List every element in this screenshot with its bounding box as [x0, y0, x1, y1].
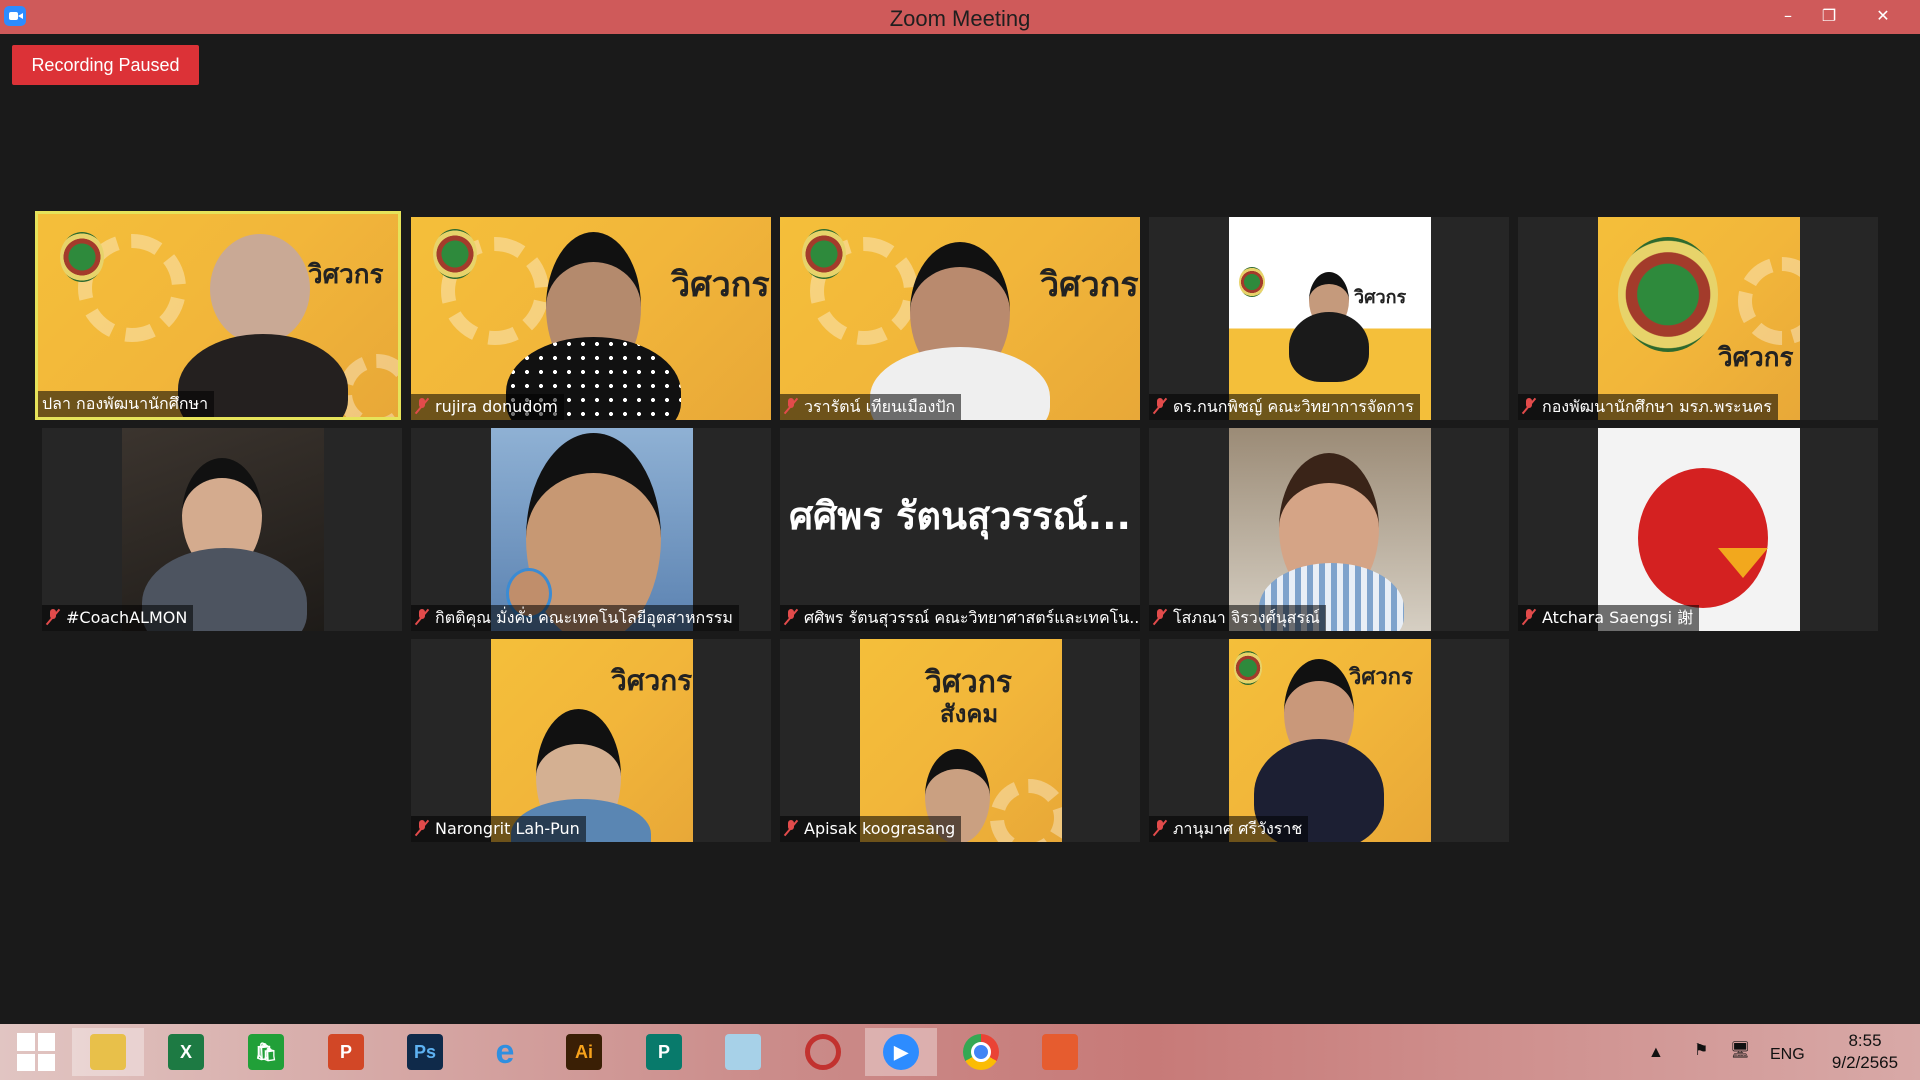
zoom-taskbar-button[interactable]: ▶: [865, 1028, 937, 1076]
participant-name: rujira donudom: [411, 394, 564, 420]
participant-name: วรารัตน์ เทียนเมืองปัก: [780, 394, 962, 420]
participant-tile[interactable]: วิศวกร ปลา กองพัฒนานักศึกษา: [35, 211, 401, 420]
participant-tile[interactable]: วิศวกร ดร.กนกพิชญ์ คณะวิทยาการจัดการ: [1149, 217, 1509, 420]
photoscape-icon: [805, 1034, 841, 1070]
photoshop-button[interactable]: Ps: [389, 1028, 461, 1076]
participant-tile[interactable]: วิศวกร วรารัตน์ เทียนเมืองปัก: [780, 217, 1140, 420]
illustrator-icon: Ai: [566, 1034, 602, 1070]
windows-start-button[interactable]: [0, 1028, 72, 1076]
participant-video: [1598, 428, 1800, 631]
excel-icon: X: [168, 1034, 204, 1070]
close-button[interactable]: ✕: [1860, 0, 1906, 34]
notepad-icon: [725, 1034, 761, 1070]
mic-muted-icon: [46, 609, 60, 625]
flag-icon[interactable]: ⚑: [1694, 1040, 1708, 1060]
network-icon[interactable]: 🖥: [1730, 1040, 1750, 1060]
participant-name: โสภณา จิรวงศ์นุสรณ์: [1149, 605, 1326, 631]
restore-button[interactable]: ❐: [1806, 0, 1852, 34]
participant-avatar-name: ศศิพร รัตนสุวรรณ์...: [789, 494, 1131, 538]
participant-name: ภานุมาศ ศรีวังราช: [1149, 816, 1309, 842]
illustrator-button[interactable]: Ai: [548, 1028, 620, 1076]
participant-name: กองพัฒนานักศึกษา มรภ.พระนคร: [1518, 394, 1778, 420]
mic-muted-icon: [415, 609, 429, 625]
taskbar-clock[interactable]: 8:55 9/2/2565: [1810, 1030, 1920, 1074]
recording-paused-badge[interactable]: Recording Paused: [12, 45, 199, 85]
participant-video: วิศวกร: [1229, 217, 1431, 420]
language-indicator[interactable]: ENG: [1770, 1046, 1805, 1064]
title-bar: Zoom Meeting – ❐ ✕: [0, 0, 1920, 34]
internet-explorer-icon: e: [495, 1032, 515, 1071]
chrome-icon: [963, 1034, 999, 1070]
tray-arrow-icon[interactable]: ▲: [1648, 1044, 1664, 1062]
participant-video: วิศวกร: [1598, 217, 1800, 420]
minimize-button[interactable]: –: [1765, 0, 1811, 34]
participant-tile[interactable]: Atchara Saengsi 謝: [1518, 428, 1878, 631]
internet-explorer-button[interactable]: e: [469, 1028, 541, 1076]
mic-muted-icon: [1522, 398, 1536, 414]
participant-tile[interactable]: #CoachALMON: [42, 428, 402, 631]
participant-video: [1229, 428, 1431, 631]
taskbar: X 🛍 P Ps e Ai P ▶: [0, 1024, 1920, 1080]
mic-muted-icon: [1153, 820, 1167, 836]
participant-video: [491, 428, 693, 631]
participant-name: ปลา กองพัฒนานักศึกษา: [38, 391, 215, 417]
participant-name: กิตติคุณ มั่งคั่ง คณะเทคโนโลยีอุตสาหกรรม: [411, 605, 739, 631]
participant-video: วิศวกร: [1229, 639, 1431, 842]
participant-tile[interactable]: วิศวกร rujira donudom: [411, 217, 771, 420]
windows-logo-icon: [17, 1033, 55, 1071]
notepad-button[interactable]: [707, 1028, 779, 1076]
participant-video: วิศวกร: [38, 214, 398, 417]
clock-time: 8:55: [1848, 1031, 1882, 1050]
participant-tile[interactable]: วิศวกร กองพัฒนานักศึกษา มรภ.พระนคร: [1518, 217, 1878, 420]
mic-muted-icon: [1153, 609, 1167, 625]
window-title: Zoom Meeting: [889, 6, 1031, 31]
publisher-icon: P: [646, 1034, 682, 1070]
participant-tile[interactable]: โสภณา จิรวงศ์นุสรณ์: [1149, 428, 1509, 631]
participant-name: Narongrit Lah-Pun: [411, 816, 586, 842]
mic-muted-icon: [1522, 609, 1536, 625]
mic-muted-icon: [784, 609, 798, 625]
participant-tile[interactable]: วิศวกร ภานุมาศ ศรีวังราช: [1149, 639, 1509, 842]
participant-video: วิศวกร: [411, 217, 771, 420]
participant-tile[interactable]: กิตติคุณ มั่งคั่ง คณะเทคโนโลยีอุตสาหกรรม: [411, 428, 771, 631]
mic-muted-icon: [415, 398, 429, 414]
participant-video: วิศวกร สังคม: [860, 639, 1062, 842]
powerpoint-icon: P: [328, 1034, 364, 1070]
publisher-button[interactable]: P: [628, 1028, 700, 1076]
mic-muted-icon: [784, 398, 798, 414]
mic-muted-icon: [1153, 398, 1167, 414]
angry-bird-avatar: [1638, 468, 1768, 608]
office-button[interactable]: [1024, 1028, 1096, 1076]
participant-video: วิศวกร: [780, 217, 1140, 420]
powerpoint-button[interactable]: P: [310, 1028, 382, 1076]
photoshop-icon: Ps: [407, 1034, 443, 1070]
participant-name: #CoachALMON: [42, 605, 194, 631]
mic-muted-icon: [415, 820, 429, 836]
excel-button[interactable]: X: [150, 1028, 222, 1076]
store-button[interactable]: 🛍: [230, 1028, 302, 1076]
folder-icon: [90, 1034, 126, 1070]
participant-name: ศศิพร รัตนสุวรรณ์ คณะวิทยาศาสตร์และเทคโน…: [780, 605, 1140, 631]
participant-name: Atchara Saengsi 謝: [1518, 605, 1700, 631]
zoom-icon: ▶: [883, 1034, 919, 1070]
participant-video: [122, 428, 324, 631]
participant-name: ดร.กนกพิชญ์ คณะวิทยาการจัดการ: [1149, 394, 1420, 420]
office-icon: [1042, 1034, 1078, 1070]
participant-tile[interactable]: วิศวกร สังคม Apisak koograsang: [780, 639, 1140, 842]
mic-muted-icon: [784, 820, 798, 836]
store-icon: 🛍: [248, 1034, 284, 1070]
clock-date: 9/2/2565: [1831, 1053, 1899, 1072]
participant-name: Apisak koograsang: [780, 816, 962, 842]
file-explorer-button[interactable]: [72, 1028, 144, 1076]
participant-tile[interactable]: วิศวกร Narongrit Lah-Pun: [411, 639, 771, 842]
chrome-button[interactable]: [945, 1028, 1017, 1076]
participant-video: วิศวกร: [491, 639, 693, 842]
photoscape-button[interactable]: [787, 1028, 859, 1076]
participant-tile[interactable]: ศศิพร รัตนสุวรรณ์... ศศิพร รัตนสุวรรณ์ ค…: [780, 428, 1140, 631]
